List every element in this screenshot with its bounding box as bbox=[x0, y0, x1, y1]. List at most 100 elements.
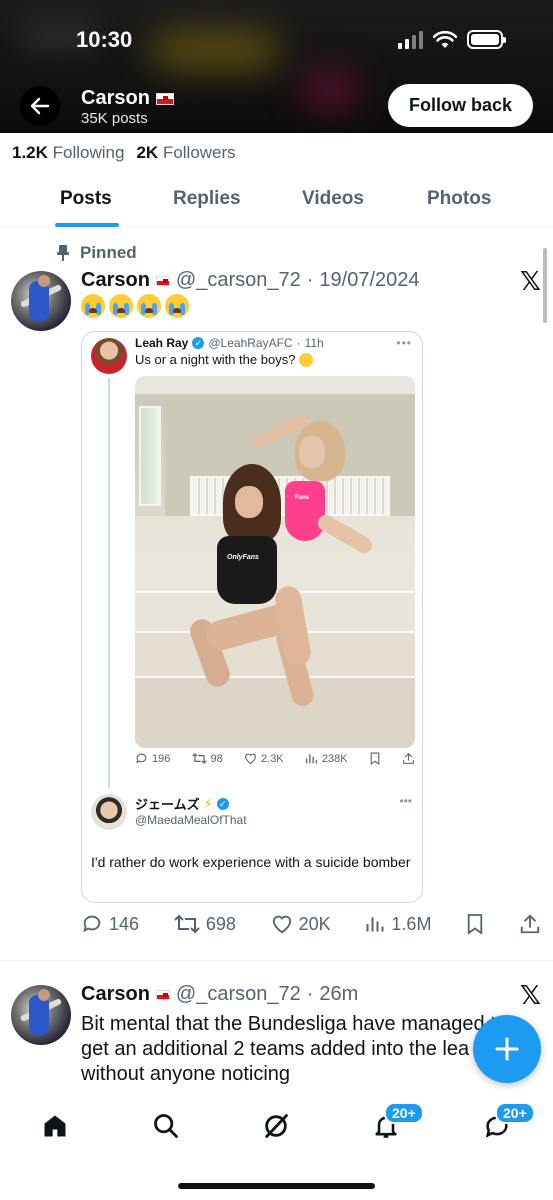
header-name-text: Carson bbox=[81, 87, 150, 109]
quote-reply-button[interactable]: 196 bbox=[135, 752, 170, 765]
quote-actions: 196 98 2.3K 238K bbox=[135, 752, 415, 765]
share-icon bbox=[403, 752, 414, 764]
quote-share-button[interactable] bbox=[402, 752, 415, 765]
back-button[interactable] bbox=[20, 86, 60, 126]
plus-icon bbox=[495, 1037, 519, 1061]
views-button[interactable]: 1.6M bbox=[365, 913, 431, 935]
compose-post-button[interactable] bbox=[473, 1015, 541, 1083]
verified-badge-icon: ✓ bbox=[216, 797, 229, 810]
share-icon bbox=[520, 914, 540, 934]
x-logo-icon: 𝕏 bbox=[520, 980, 541, 1010]
crying-face-icon bbox=[81, 294, 105, 318]
post-separator: · bbox=[306, 983, 314, 1005]
quote-like-button[interactable]: 2.3K bbox=[244, 752, 284, 765]
scrollbar[interactable] bbox=[543, 248, 547, 323]
nav-notifications[interactable]: 20+ bbox=[370, 1102, 424, 1142]
gibraltar-flag-icon bbox=[155, 989, 170, 1000]
post-date[interactable]: 19/07/2024 bbox=[319, 269, 419, 292]
more-icon[interactable]: ••• bbox=[396, 336, 412, 350]
battery-icon bbox=[467, 30, 506, 49]
share-button[interactable] bbox=[519, 913, 541, 935]
nav-grok[interactable] bbox=[260, 1110, 292, 1142]
reply-text: I'd rather do work experience with a sui… bbox=[91, 854, 411, 870]
header-banner-blur bbox=[150, 30, 280, 70]
search-icon bbox=[154, 1114, 178, 1138]
x-logo-icon: 𝕏 bbox=[520, 266, 541, 296]
quote-time: 11h bbox=[304, 336, 324, 350]
arrow-left-icon bbox=[30, 97, 50, 115]
repost-icon bbox=[191, 753, 207, 764]
thread-line bbox=[108, 378, 110, 788]
bookmark-icon bbox=[468, 914, 483, 935]
post-separator: · bbox=[306, 269, 314, 291]
post-actions: 146 698 20K 1.6M bbox=[81, 913, 541, 935]
post-handle[interactable]: @_carson_72 bbox=[176, 269, 301, 292]
gibraltar-flag-icon bbox=[155, 92, 174, 105]
quote-views-button[interactable]: 238K bbox=[305, 752, 348, 765]
quote-header: Leah Ray ✓ @LeahRayAFC · 11h bbox=[135, 336, 324, 350]
heart-icon bbox=[272, 915, 291, 934]
verified-badge-icon: ✓ bbox=[192, 337, 205, 349]
more-icon[interactable]: ••• bbox=[399, 794, 412, 808]
lightning-icon: ⚡ bbox=[203, 795, 213, 811]
post-handle[interactable]: @_carson_72 bbox=[176, 983, 301, 1006]
following-link[interactable]: 1.2K Following bbox=[12, 143, 124, 163]
notifications-badge: 20+ bbox=[384, 1102, 424, 1124]
reply-author[interactable]: ジェームズ bbox=[135, 794, 200, 813]
quote-bookmark-button[interactable] bbox=[369, 752, 381, 765]
post-divider bbox=[0, 960, 553, 961]
crying-face-icon bbox=[165, 294, 189, 318]
active-tab-indicator bbox=[55, 223, 119, 227]
post-avatar[interactable] bbox=[11, 985, 71, 1045]
tab-posts[interactable]: Posts bbox=[60, 188, 112, 210]
repost-button[interactable]: 698 bbox=[174, 913, 236, 935]
crying-face-icon bbox=[137, 294, 161, 318]
follow-back-button[interactable]: Follow back bbox=[388, 84, 533, 127]
tab-photos[interactable]: Photos bbox=[427, 188, 491, 210]
followers-link[interactable]: 2K Followers bbox=[136, 143, 235, 163]
nav-search[interactable] bbox=[150, 1110, 182, 1142]
home-icon bbox=[44, 1115, 66, 1137]
crying-face-icon bbox=[109, 294, 133, 318]
gibraltar-flag-icon bbox=[155, 275, 170, 286]
quote-author[interactable]: Leah Ray bbox=[135, 336, 188, 350]
reply-button[interactable]: 146 bbox=[81, 913, 139, 935]
quoted-post[interactable]: Leah Ray ✓ @LeahRayAFC · 11h ••• Us or a… bbox=[81, 331, 423, 903]
post-text: Bit mental that the Bundesliga have mana… bbox=[81, 1013, 496, 1085]
tab-videos[interactable]: Videos bbox=[302, 188, 364, 210]
post-header: Carson @_carson_72 · 26m bbox=[81, 983, 358, 1006]
post-avatar[interactable] bbox=[11, 271, 71, 331]
window bbox=[139, 406, 161, 506]
quote-repost-button[interactable]: 98 bbox=[191, 752, 223, 765]
header-post-count: 35K posts bbox=[81, 110, 148, 127]
home-indicator bbox=[178, 1183, 375, 1189]
tab-replies[interactable]: Replies bbox=[173, 188, 241, 210]
quote-handle[interactable]: @LeahRayAFC bbox=[208, 336, 292, 350]
post-text-emoji bbox=[81, 294, 189, 318]
views-icon bbox=[305, 754, 317, 764]
heart-icon bbox=[245, 753, 256, 765]
quote-avatar[interactable] bbox=[91, 338, 127, 374]
post-author[interactable]: Carson bbox=[81, 269, 150, 292]
bookmark-icon bbox=[370, 752, 380, 765]
bookmark-button[interactable] bbox=[466, 913, 484, 935]
post-header: Carson @_carson_72 · 19/07/2024 bbox=[81, 269, 420, 292]
status-time: 10:30 bbox=[76, 27, 133, 52]
quote-photo[interactable]: Fans OnlyFans bbox=[135, 376, 415, 748]
reply-icon bbox=[136, 753, 147, 764]
grok-icon bbox=[265, 1114, 288, 1138]
like-button[interactable]: 20K bbox=[271, 913, 331, 935]
header-name: Carson bbox=[81, 87, 174, 110]
reply-header: ジェームズ ⚡ ✓ bbox=[135, 794, 229, 813]
nav-home[interactable] bbox=[39, 1110, 71, 1142]
reply-icon bbox=[83, 915, 101, 933]
post-time[interactable]: 26m bbox=[319, 983, 358, 1006]
photo-caption: OnlyFans bbox=[227, 554, 259, 561]
thinking-face-icon bbox=[299, 352, 314, 367]
messages-badge: 20+ bbox=[495, 1102, 535, 1124]
pinned-indicator: Pinned bbox=[56, 243, 137, 263]
nav-messages[interactable]: 20+ bbox=[481, 1102, 535, 1142]
reply-avatar[interactable] bbox=[91, 794, 127, 830]
reply-handle[interactable]: @MaedaMealOfThat bbox=[135, 813, 247, 827]
post-author[interactable]: Carson bbox=[81, 983, 150, 1006]
